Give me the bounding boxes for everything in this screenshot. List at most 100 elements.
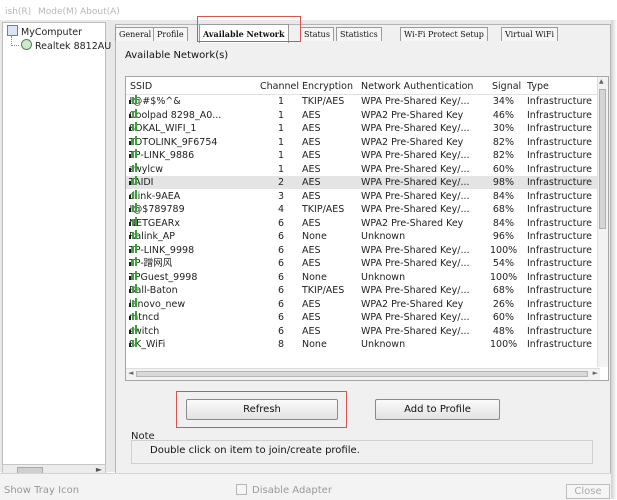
tab-statistics[interactable]: Statistics	[336, 27, 382, 41]
auth-cell: WPA2 Pre-Shared Key	[361, 298, 464, 310]
auth-cell: WPA Pre-Shared Key/...	[361, 123, 470, 134]
wifi-signal-icon	[129, 257, 137, 266]
tab-general[interactable]: General	[115, 27, 156, 41]
refresh-button[interactable]: Refresh	[186, 399, 338, 420]
menu-about[interactable]: About(A)	[80, 7, 120, 17]
enc-cell: AES	[302, 190, 321, 202]
scroll-up-icon[interactable]: ▲	[599, 78, 604, 85]
network-row[interactable]: TP-蹭网风 6 AES WPA Pre-Shared Key/... 54% Infra…	[126, 257, 600, 270]
network-row[interactable]: TP-LINK_9886 1 AES WPA Pre-Shared Key/... 82…	[126, 149, 600, 162]
ssid-text: TP-LINK_9886	[129, 150, 195, 161]
col-encryption[interactable]: Encryption	[302, 81, 353, 92]
ssid-cell: TP-LINK_9886	[129, 149, 194, 162]
type-cell: Infrastructure	[527, 217, 593, 229]
close-button[interactable]: Close	[566, 484, 610, 499]
type-cell: Infrastructure	[527, 177, 593, 188]
ssid-cell: Ball-Baton	[129, 284, 178, 297]
network-row[interactable]: TOTOLINK_9F6754 1 AES WPA2 Pre-Shared Key 82…	[126, 135, 600, 149]
network-row[interactable]: zwylcw 1 AES WPA Pre-Shared Key/... 60% Infra…	[126, 162, 600, 176]
tab-status[interactable]: Status	[300, 27, 334, 41]
col-auth[interactable]: Network Authentication	[361, 81, 473, 92]
show-tray-icon-label[interactable]: Show Tray Icon	[4, 485, 79, 496]
tree-node-adapter[interactable]: Realtek 8812AU	[21, 39, 111, 52]
type-cell: Infrastructure	[527, 258, 593, 269]
col-type[interactable]: Type	[527, 81, 549, 92]
ssid-cell: SOKAL_WIFI_1	[129, 122, 196, 135]
type-cell: Infrastructure	[527, 325, 593, 337]
ssid-text: SOKAL_WIFI_1	[129, 123, 197, 134]
list-vscroll-thumb[interactable]	[599, 89, 606, 229]
auth-cell: Unknown	[361, 271, 406, 283]
add-to-profile-button[interactable]: Add to Profile	[375, 399, 500, 420]
channel-cell: 1	[277, 109, 284, 121]
network-row[interactable]: Ball-Baton 6 TKIP/AES WPA Pre-Shared Key/..…	[126, 284, 600, 297]
menu-mode[interactable]: Mode(M)	[38, 7, 77, 17]
network-row[interactable]: Ralink_AP 6 None Unknown 96% Infrastructure	[126, 230, 600, 243]
network-row[interactable]: mtncd 6 AES WPA Pre-Shared Key/... 60% Infras…	[126, 311, 600, 324]
enc-cell: AES	[302, 298, 321, 310]
enc-cell: AES	[302, 244, 321, 256]
auth-cell: WPA Pre-Shared Key/...	[361, 190, 470, 202]
col-channel[interactable]: Channel	[260, 81, 299, 92]
auth-cell: WPA2 Pre-Shared Key	[361, 109, 464, 121]
network-row[interactable]: dlink-9AEA 3 AES WPA Pre-Shared Key/... 84% I…	[126, 189, 600, 203]
auth-cell: WPA Pre-Shared Key/...	[361, 285, 470, 296]
window-shadow	[611, 20, 617, 499]
channel-cell: 8	[277, 339, 284, 350]
channel-cell: 2	[277, 177, 284, 188]
tab-virtual-wifi[interactable]: Virtual WiFi	[501, 27, 559, 41]
scroll-right-icon[interactable]: ►	[593, 369, 598, 377]
network-row[interactable]: TAIDI 2 AES WPA Pre-Shared Key/... 98% Infras…	[126, 176, 600, 189]
col-ssid[interactable]: SSID	[130, 81, 152, 92]
channel-cell: 6	[277, 231, 284, 242]
auth-cell: WPA Pre-Shared Key/...	[361, 325, 470, 337]
signal-cell: 60%	[492, 163, 514, 175]
network-row[interactable]: NETGEARx 6 AES WPA2 Pre-Shared Key 84% Infras…	[126, 216, 600, 230]
scroll-left-icon[interactable]: ◄	[128, 369, 133, 377]
signal-cell: 30%	[492, 123, 514, 134]
channel-cell: 1	[277, 150, 284, 161]
tab-profile[interactable]: Profile	[153, 27, 188, 41]
disable-adapter-label[interactable]: Disable Adapter	[252, 485, 332, 496]
disable-adapter-checkbox[interactable]	[236, 484, 247, 495]
channel-cell: 3	[277, 190, 284, 202]
signal-cell: 100%	[490, 339, 518, 350]
list-hscroll-thumb[interactable]	[136, 371, 588, 377]
network-row[interactable]: TP-LINK_9998 6 AES WPA Pre-Shared Key/... 10…	[126, 243, 600, 257]
ssid-cell: TOTOLINK_9F6754	[129, 135, 217, 149]
type-cell: Infrastructure	[527, 123, 593, 134]
network-row[interactable]: Coolpad 8298_A0... 1 AES WPA2 Pre-Shared Ke…	[126, 108, 600, 122]
note-text: Double click on item to join/create prof…	[150, 445, 360, 456]
network-row[interactable]: switch 6 AES WPA Pre-Shared Key/... 48% Infra…	[126, 324, 600, 338]
network-list[interactable]: SSID Channel Encryption Network Authenti…	[125, 76, 609, 381]
ssid-cell: TPGuest_9998	[129, 270, 197, 284]
network-row[interactable]: SK_WiFi 8 None Unknown 100% Infrastructure	[126, 338, 600, 351]
wifi-signal-icon	[129, 324, 137, 334]
tree-node-mycomputer[interactable]: MyComputer	[7, 25, 82, 38]
enc-cell: AES	[302, 217, 321, 229]
wifi-signal-icon	[129, 297, 137, 307]
list-vscrollbar[interactable]: ▲	[597, 77, 608, 367]
status-bar: Show Tray Icon Disable Adapter	[0, 473, 611, 500]
type-cell: Infrastructure	[527, 285, 593, 296]
channel-cell: 1	[277, 136, 284, 148]
tab-wps[interactable]: Wi-Fi Protect Setup	[400, 27, 488, 41]
network-row[interactable]: lenovo_new 6 AES WPA2 Pre-Shared Key 26% Infr…	[126, 297, 600, 311]
channel-cell: 6	[277, 244, 284, 256]
network-row[interactable]: !@$789789 4 TKIP/AES WPA Pre-Shared Key/...…	[126, 203, 600, 216]
enc-cell: AES	[302, 123, 321, 134]
wifi-signal-icon	[129, 311, 137, 320]
col-signal[interactable]: Signal	[492, 81, 521, 92]
list-hscrollbar[interactable]: ◄ ►	[126, 368, 600, 380]
menu-refresh[interactable]: ish(R)	[5, 7, 31, 17]
type-cell: Infrastructure	[527, 136, 593, 148]
network-row[interactable]: !@#$%^& 1 TKIP/AES WPA Pre-Shared Key/... 34…	[126, 95, 600, 108]
ssid-text: Coolpad 8298_A0...	[129, 109, 222, 121]
ssid-text: lenovo_new	[129, 298, 186, 310]
network-row[interactable]: TPGuest_9998 6 None Unknown 100% Infrastructu…	[126, 270, 600, 284]
auth-cell: WPA Pre-Shared Key/...	[361, 150, 470, 161]
channel-cell: 6	[277, 285, 284, 296]
network-row[interactable]: SOKAL_WIFI_1 1 AES WPA Pre-Shared Key/... 30…	[126, 122, 600, 135]
channel-cell: 4	[277, 204, 284, 215]
enc-cell: AES	[302, 136, 321, 148]
